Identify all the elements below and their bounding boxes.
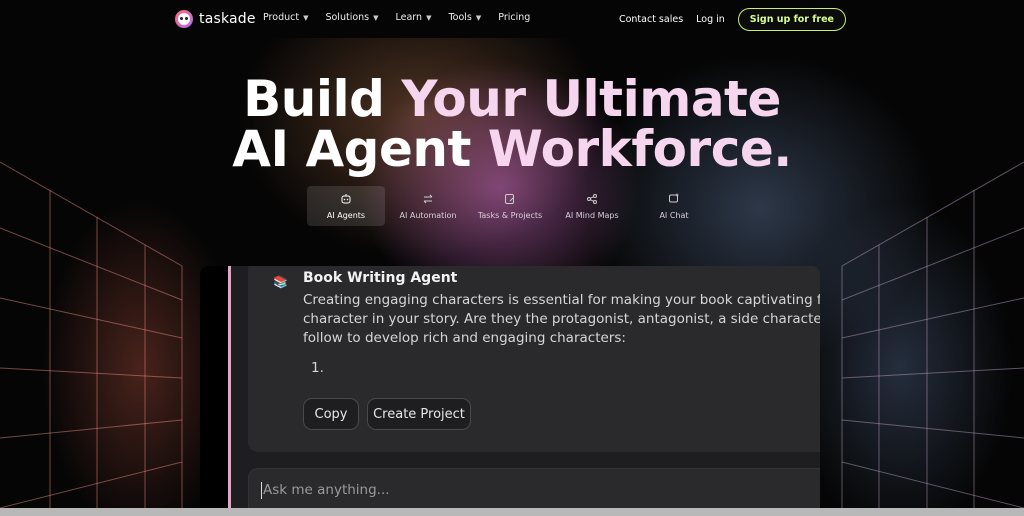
nav-links: Product ▼ Solutions ▼ Learn ▼ Tools ▼ Pricin…	[263, 12, 530, 23]
chevron-down-icon: ▼	[475, 13, 482, 22]
nav-learn[interactable]: Learn ▼	[396, 12, 432, 23]
nav-product[interactable]: Product ▼	[263, 12, 308, 23]
nav-right: Contact sales Log in Sign up for free	[619, 8, 846, 31]
message-line: character in your story. Are they the pr…	[303, 311, 820, 327]
nav-tools-label: Tools	[448, 12, 472, 23]
chat-plus-icon	[669, 193, 679, 202]
books-icon: 📚	[273, 275, 288, 289]
chevron-down-icon: ▼	[426, 13, 432, 22]
tab-ai-mind-maps[interactable]: AI Mind Maps	[553, 186, 631, 226]
tab-ai-chat[interactable]: AI Chat	[635, 186, 713, 226]
chat-demo-panel: 📚 Book Writing Agent Creating engaging c…	[200, 266, 820, 516]
login-link[interactable]: Log in	[696, 14, 725, 25]
copy-button[interactable]: Copy	[303, 398, 359, 430]
chevron-down-icon: ▼	[373, 13, 379, 22]
panel-sidebar	[200, 266, 230, 516]
hero-headline-line-1: Build Your Ultimate	[0, 74, 1024, 124]
headline-ai-agent: AI Agent	[232, 120, 471, 178]
message-line: follow to develop rich and engaging char…	[303, 330, 626, 346]
agent-message-text: Creating engaging characters is essentia…	[303, 291, 820, 348]
hero-headline-line-2: AI Agent Workforce.	[0, 124, 1024, 174]
panel-accent-bar	[228, 266, 231, 516]
nav-pricing[interactable]: Pricing	[498, 12, 530, 23]
brand-name: taskade	[199, 11, 256, 27]
agent-name: Book Writing Agent	[303, 270, 458, 286]
tab-ai-mind-maps-label: AI Mind Maps	[565, 210, 619, 220]
tab-ai-agents-label: AI Agents	[326, 210, 366, 220]
nav-learn-label: Learn	[395, 12, 423, 23]
headline-workforce: Workforce.	[487, 120, 792, 178]
flow-icon	[423, 194, 433, 203]
tab-ai-automation-label: AI Automation	[399, 210, 457, 220]
nav-pricing-label: Pricing	[498, 12, 531, 23]
create-project-button[interactable]: Create Project	[367, 398, 471, 430]
chat-input-placeholder: Ask me anything...	[263, 482, 390, 498]
taskade-logo[interactable]: taskade	[175, 10, 256, 28]
tab-ai-agents[interactable]: AI Agents	[307, 186, 385, 226]
nav-solutions-label: Solutions	[325, 12, 370, 23]
tab-tasks-projects-label: Tasks & Projects	[477, 210, 543, 220]
tab-tasks-projects[interactable]: Tasks & Projects	[471, 186, 549, 226]
contact-sales-link[interactable]: Contact sales	[619, 14, 683, 25]
nav-product-label: Product	[263, 12, 300, 23]
logo-icon	[175, 10, 193, 28]
tab-ai-automation[interactable]: AI Automation	[389, 186, 467, 226]
hero-section: Build Your Ultimate AI Agent Workforce. …	[0, 38, 1024, 516]
nav-tools[interactable]: Tools ▼	[448, 12, 481, 23]
robot-icon	[341, 193, 351, 203]
task-edit-icon	[505, 193, 515, 204]
top-nav: taskade Product ▼ Solutions ▼ Learn ▼ Tools…	[0, 0, 1024, 38]
message-list-item: 1.	[311, 360, 324, 376]
share-nodes-icon	[587, 193, 597, 204]
nav-solutions[interactable]: Solutions ▼	[325, 12, 378, 23]
feature-tabs: AI Agents AI Automation Tasks & Projects…	[307, 186, 713, 226]
horizontal-scrollbar[interactable]	[0, 508, 1024, 516]
signup-button[interactable]: Sign up for free	[737, 8, 846, 31]
message-line: Creating engaging characters is essentia…	[303, 292, 820, 308]
chevron-down-icon: ▼	[303, 13, 309, 22]
tab-ai-chat-label: AI Chat	[659, 210, 689, 220]
text-caret	[261, 482, 262, 499]
